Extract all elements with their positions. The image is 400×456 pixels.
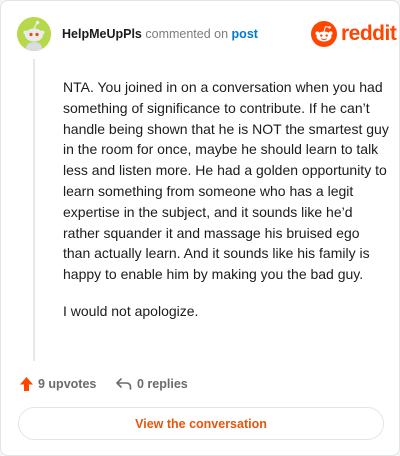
reply-button[interactable]: 0 replies [115, 374, 188, 394]
upvote-arrow-icon [20, 377, 33, 391]
upvote-button[interactable]: 9 upvotes [19, 374, 96, 394]
comment-body: NTA. You joined in on a conversation whe… [63, 77, 389, 338]
reddit-logo[interactable]: reddit [311, 20, 397, 48]
thread-line [33, 59, 35, 361]
post-link[interactable]: post [232, 27, 258, 41]
comment-meta: HelpMeUpPls commented on post [62, 26, 258, 42]
username-link[interactable]: HelpMeUpPls [62, 27, 142, 41]
comment-header: HelpMeUpPls commented on post reddit [17, 17, 397, 51]
reddit-snoo-icon [311, 21, 337, 47]
comment-paragraph: NTA. You joined in on a conversation whe… [63, 79, 389, 283]
comment-paragraph: I would not apologize. [63, 302, 199, 319]
user-avatar[interactable] [17, 17, 51, 51]
reply-arrow-icon [116, 378, 132, 390]
action-text: commented on [145, 27, 229, 41]
comment-card: HelpMeUpPls commented on post reddit NTA… [0, 0, 400, 456]
reddit-wordmark: reddit [341, 22, 397, 45]
upvote-count: 9 upvotes [38, 377, 97, 391]
reply-count: 0 replies [137, 377, 188, 391]
comment-actions: 9 upvotes 0 replies [19, 374, 379, 394]
view-conversation-button[interactable]: View the conversation [18, 407, 384, 440]
snoo-avatar-icon [17, 17, 51, 51]
